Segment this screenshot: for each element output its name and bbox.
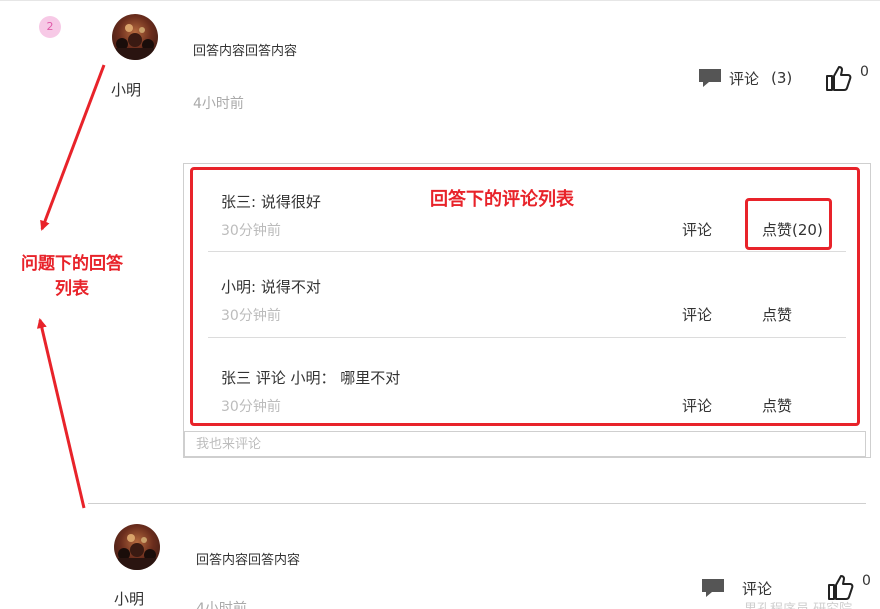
avatar[interactable] — [114, 524, 160, 570]
thumbs-up-icon — [826, 66, 852, 91]
like-count: 0 — [860, 64, 869, 80]
answer-divider — [88, 503, 866, 504]
comment-label: 评论 — [742, 579, 773, 598]
avatar[interactable] — [112, 14, 158, 60]
thumbs-up-icon — [828, 575, 854, 600]
arrow-to-second-answer — [36, 318, 86, 509]
like-count: 0 — [862, 573, 871, 589]
speech-bubble-icon — [699, 69, 721, 87]
comment-list-annotation: 回答下的评论列表 — [430, 189, 574, 210]
comment-count: (3) — [771, 69, 793, 87]
answer-content: 回答内容回答内容 — [196, 553, 301, 568]
like-count-highlight-frame — [745, 198, 832, 250]
avatar-image — [118, 534, 156, 570]
arrow-to-first-answer — [40, 64, 106, 231]
answer-index-badge: 2 — [39, 16, 61, 38]
answer-time: 4小时前 — [196, 601, 247, 609]
answer-time: 4小时前 — [193, 96, 244, 112]
answer-comment-button[interactable]: 评论 (3) — [697, 66, 792, 90]
answer-like-button[interactable]: 0 — [826, 573, 871, 601]
watermark-text: 男孔程序员 研究院 — [744, 598, 852, 609]
answer-username[interactable]: 小明 — [114, 588, 144, 609]
answer-content: 回答内容回答内容 — [193, 44, 298, 59]
answer-username[interactable]: 小明 — [111, 79, 141, 100]
comment-input[interactable] — [184, 431, 866, 457]
answer-comment-button[interactable]: 评论 — [700, 576, 772, 600]
avatar-image — [116, 24, 154, 60]
answer-list-annotation: 问题下的回答列表 — [21, 254, 123, 299]
comment-label: 评论 — [729, 69, 760, 88]
top-divider — [0, 0, 880, 1]
speech-bubble-icon — [702, 579, 724, 597]
answer-like-button[interactable]: 0 — [824, 64, 869, 92]
